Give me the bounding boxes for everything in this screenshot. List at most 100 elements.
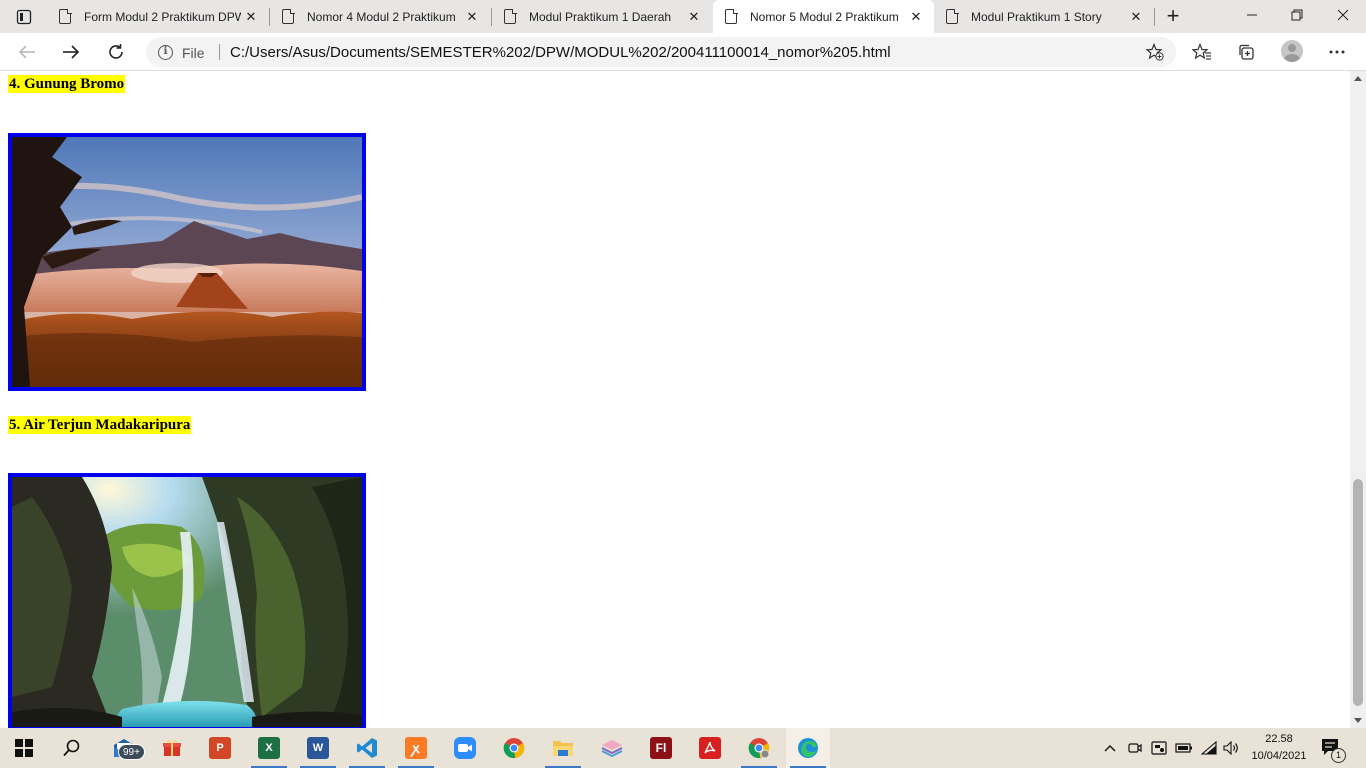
taskbar-excel[interactable]: X — [247, 728, 291, 768]
tray-volume[interactable] — [1220, 728, 1242, 768]
battery-icon — [1175, 743, 1192, 753]
refresh-button[interactable] — [101, 38, 131, 66]
taskbar-vscode[interactable] — [345, 728, 389, 768]
folder-icon — [553, 741, 573, 756]
scroll-up-icon[interactable] — [1354, 76, 1362, 81]
collections-icon[interactable] — [1235, 41, 1257, 63]
search-button[interactable] — [50, 728, 94, 768]
mountain-photo-icon — [12, 137, 362, 387]
taskbar-chrome-canary[interactable] — [737, 728, 781, 768]
edge-icon — [798, 738, 818, 758]
system-clock[interactable]: 22.58 10/04/2021 — [1244, 731, 1314, 765]
url-text[interactable]: C:/Users/Asus/Documents/SEMESTER%202/DPW… — [230, 44, 891, 61]
waterfall-photo-icon — [12, 477, 362, 727]
vscode-icon — [357, 738, 377, 758]
caption-air-terjun-madakaripura: 5. Air Terjun Madakaripura — [8, 416, 192, 434]
settings-more-icon[interactable] — [1326, 41, 1348, 63]
new-tab-button[interactable]: + — [1160, 4, 1186, 30]
taskbar-edge[interactable] — [786, 728, 830, 768]
taskbar-word[interactable]: W — [296, 728, 340, 768]
mount-bromo-image — [8, 133, 366, 391]
notification-count-badge: 1 — [1331, 748, 1346, 763]
xampp-icon: ꭗ — [405, 737, 427, 759]
taskbar-acrobat[interactable] — [688, 728, 732, 768]
taskbar-file-explorer[interactable] — [541, 728, 585, 768]
tab-title: Nomor 5 Modul 2 Praktikum — [750, 9, 899, 24]
minimize-button[interactable] — [1229, 0, 1275, 30]
excel-icon: X — [258, 737, 280, 759]
meet-now-icon — [1128, 743, 1142, 753]
start-button[interactable] — [2, 728, 46, 768]
favorites-icon[interactable] — [1191, 41, 1213, 63]
page-icon — [946, 8, 959, 24]
tab-divider — [1154, 8, 1155, 26]
powerpoint-icon: P — [209, 737, 231, 759]
tab-nomor-4[interactable]: Nomor 4 Modul 2 Praktikum ✕ — [270, 0, 490, 33]
page-viewport: 4. Gunung Bromo 5. Air Terjun Madakaripu… — [0, 71, 1350, 728]
word-icon: W — [307, 737, 329, 759]
scrollbar-thumb[interactable] — [1353, 479, 1363, 706]
tray-wifi[interactable] — [1198, 728, 1220, 768]
tab-title: Modul Praktikum 1 Story — [971, 9, 1102, 24]
caption-gunung-bromo: 4. Gunung Bromo — [8, 75, 126, 93]
page-icon — [59, 8, 72, 24]
close-window-button[interactable] — [1320, 0, 1366, 30]
security-icon — [1151, 741, 1167, 755]
taskbar-powerpoint[interactable]: P — [198, 728, 242, 768]
windows-taskbar: 99+ P X W ꭗ Fl 22.58 10/04/2021 1 — [0, 728, 1366, 768]
taskbar-app-stack[interactable] — [590, 728, 634, 768]
chevron-up-icon — [1104, 745, 1116, 752]
tab-title: Modul Praktikum 1 Daerah — [529, 9, 672, 24]
back-button[interactable] — [12, 38, 42, 66]
close-icon[interactable]: ✕ — [241, 9, 261, 25]
show-hidden-icons[interactable] — [1100, 728, 1120, 768]
profile-avatar[interactable] — [1281, 40, 1303, 62]
search-icon — [63, 739, 80, 757]
forward-button[interactable] — [56, 38, 86, 66]
zoom-icon — [454, 737, 476, 759]
wifi-icon — [1201, 741, 1217, 755]
page-icon — [282, 8, 295, 24]
close-icon[interactable]: ✕ — [1126, 9, 1146, 25]
scroll-down-icon[interactable] — [1354, 718, 1362, 723]
mail-count-badge: 99+ — [118, 744, 145, 760]
volume-icon — [1223, 741, 1238, 755]
add-favorite-icon[interactable] — [1145, 42, 1164, 61]
close-icon[interactable]: ✕ — [906, 9, 926, 25]
vertical-scrollbar[interactable] — [1350, 71, 1366, 728]
madakaripura-waterfall-image — [8, 473, 366, 728]
browser-toolbar: i File C:/Users/Asus/Documents/SEMESTER%… — [0, 33, 1366, 71]
chrome-icon — [503, 738, 525, 759]
taskbar-zoom[interactable] — [443, 728, 487, 768]
taskbar-xampp[interactable]: ꭗ — [394, 728, 438, 768]
taskbar-chrome[interactable] — [492, 728, 536, 768]
tab-nomor-5-active[interactable]: Nomor 5 Modul 2 Praktikum ✕ — [713, 0, 934, 33]
clock-date: 10/04/2021 — [1251, 750, 1307, 762]
chrome-canary-icon — [748, 738, 770, 759]
taskbar-flash[interactable]: Fl — [639, 728, 683, 768]
tab-modul-praktikum-1-story[interactable]: Modul Praktikum 1 Story ✕ — [934, 0, 1154, 33]
tray-battery[interactable] — [1173, 728, 1195, 768]
gift-icon — [163, 740, 181, 756]
address-bar[interactable]: i File C:/Users/Asus/Documents/SEMESTER%… — [146, 37, 1176, 67]
tab-strip: Form Modul 2 Praktikum DPW ✕ Nomor 4 Mod… — [0, 0, 1366, 33]
close-icon[interactable]: ✕ — [462, 9, 482, 25]
stack-icon — [601, 740, 623, 758]
windows-icon — [15, 739, 33, 757]
tab-form-modul-2[interactable]: Form Modul 2 Praktikum DPW ✕ — [47, 0, 269, 33]
flash-icon: Fl — [650, 737, 672, 759]
scheme-label: File — [182, 45, 205, 61]
page-icon — [725, 8, 738, 24]
close-icon[interactable]: ✕ — [684, 9, 704, 25]
restore-button[interactable] — [1274, 0, 1320, 30]
tray-meet-now[interactable] — [1125, 728, 1145, 768]
page-icon — [504, 8, 517, 24]
tab-title: Nomor 4 Modul 2 Praktikum — [307, 9, 456, 24]
taskbar-gift-app[interactable] — [150, 728, 194, 768]
tab-modul-praktikum-1-daerah[interactable]: Modul Praktikum 1 Daerah ✕ — [492, 0, 712, 33]
site-info-icon[interactable]: i — [158, 45, 173, 60]
tab-title: Form Modul 2 Praktikum DPW — [84, 9, 241, 24]
clock-time: 22.58 — [1265, 733, 1293, 745]
tab-actions-menu-icon[interactable] — [10, 5, 38, 29]
tray-security[interactable] — [1148, 728, 1170, 768]
